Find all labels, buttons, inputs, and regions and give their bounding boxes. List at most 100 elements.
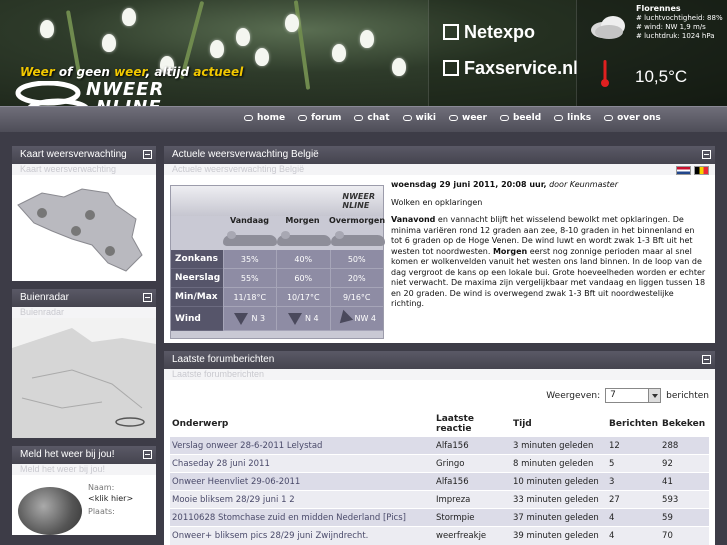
- belgium-map-icon: [17, 188, 143, 272]
- forecast-table: NWEER NLINE Vandaag Morgen Overmorgen Zon…: [170, 185, 386, 339]
- table-row[interactable]: Onweer+ bliksem pics 28/29 juni Zwijndre…: [170, 526, 709, 545]
- post-count: 12: [607, 436, 661, 455]
- topic-link[interactable]: Onweer+ bliksem pics 28/29 juni Zwijndre…: [170, 526, 434, 545]
- name-click-link[interactable]: <klik hier>: [88, 494, 133, 503]
- forecast-headline: Wolken en opklaringen: [391, 197, 483, 207]
- table-row[interactable]: 20110628 Stomchase zuid en midden Nederl…: [170, 508, 709, 527]
- minimize-icon[interactable]: [143, 293, 152, 302]
- site-header: Weer of geen weer, altijd actueel NWEER …: [0, 0, 727, 106]
- flower-decoration: [40, 20, 54, 38]
- flower-decoration: [285, 14, 299, 32]
- column-header: Laatste reactie: [436, 414, 474, 434]
- report-weather-form: Naam: <klik hier> Plaats:: [12, 475, 156, 535]
- name-label: Naam:: [88, 483, 115, 492]
- page-content: Kaart weersverwachting Kaart weersverwac…: [0, 132, 727, 545]
- table-row[interactable]: Verslag onweer 28-6-2011 Lelystad Alfa15…: [170, 436, 709, 455]
- cloud-icon: [223, 230, 277, 246]
- flower-decoration: [392, 58, 406, 76]
- flower-decoration: [255, 48, 269, 66]
- avatar: [18, 487, 82, 535]
- forum-table: Onderwerp Laatste reactie Tijd Berichten…: [170, 412, 709, 545]
- table-row[interactable]: Onweer Heenvliet 29-06-2011 Alfa156 10 m…: [170, 472, 709, 491]
- flower-decoration: [332, 44, 346, 62]
- report-box-subtitle: Meld het weer bij jou!: [12, 464, 156, 475]
- forecast-box: Actuele weersverwachting België Actuele …: [164, 146, 715, 343]
- map-box-subtitle: Kaart weersverwachting: [12, 164, 156, 175]
- topic-link[interactable]: Onweer Heenvliet 29-06-2011: [170, 472, 434, 491]
- post-count: 4: [607, 526, 661, 545]
- last-reply-user[interactable]: Alfa156: [434, 472, 511, 491]
- table-row[interactable]: Mooie bliksem 28/29 juni 1 2 Impreza 33 …: [170, 490, 709, 509]
- minimize-icon[interactable]: [143, 450, 152, 459]
- site-logo[interactable]: NWEER NLINE: [14, 79, 219, 106]
- nav-bullet-icon: [604, 115, 614, 121]
- forum-box: Laatste forumberichten Laatste forumberi…: [164, 351, 715, 545]
- flower-decoration: [102, 34, 116, 52]
- last-reply-user[interactable]: Impreza: [434, 490, 511, 509]
- post-count-select[interactable]: 7: [605, 388, 662, 403]
- last-reply-user[interactable]: Alfa156: [434, 436, 511, 455]
- radar-map-icon: [12, 318, 156, 438]
- minimize-icon[interactable]: [702, 150, 711, 159]
- forecast-day-header: Morgen: [285, 216, 320, 225]
- view-count: 593: [660, 490, 709, 509]
- nav-links[interactable]: links: [554, 113, 591, 123]
- nav-forum[interactable]: forum: [298, 113, 341, 123]
- minimize-icon[interactable]: [143, 150, 152, 159]
- nav-bullet-icon: [449, 115, 459, 121]
- flag-be-icon[interactable]: [694, 166, 709, 175]
- sponsor-faxservice-link[interactable]: Faxservice.nl: [443, 58, 578, 79]
- forum-count-controls: Weergeven: 7 berichten: [546, 388, 709, 403]
- weather-wind: # wind: NW 1,9 m/s: [636, 23, 706, 31]
- nav-chat[interactable]: chat: [354, 113, 390, 123]
- flower-decoration: [236, 28, 250, 46]
- view-count: 92: [660, 454, 709, 473]
- flower-decoration: [122, 8, 136, 26]
- forecast-author: door Keunmaster: [546, 180, 619, 189]
- cloud-icon: [277, 230, 331, 246]
- reply-time: 33 minuten geleden: [511, 490, 607, 509]
- last-reply-user[interactable]: Stormpie: [434, 508, 511, 527]
- flower-decoration: [360, 30, 374, 48]
- forecast-row-minmax: Min/Max 11/18°C 10/17°C 9/16°C: [171, 288, 383, 307]
- forecast-text: woensdag 29 juni 2011, 20:08 uur, door K…: [391, 180, 707, 317]
- topic-link[interactable]: Verslag onweer 28-6-2011 Lelystad: [170, 436, 434, 455]
- table-row[interactable]: Chaseday 28 juni 2011 Gringo 8 minuten g…: [170, 454, 709, 473]
- last-reply-user[interactable]: weerfreakje: [434, 526, 511, 545]
- reply-time: 3 minuten geleden: [511, 436, 607, 455]
- nav-bullet-icon: [244, 115, 253, 121]
- reply-time: 39 minuten geleden: [511, 526, 607, 545]
- report-box-title: Meld het weer bij jou!: [12, 446, 156, 464]
- rain-radar-map[interactable]: [12, 318, 156, 438]
- flower-decoration: [210, 40, 224, 58]
- minimize-icon[interactable]: [702, 355, 711, 364]
- nav-beeld[interactable]: beeld: [499, 113, 541, 123]
- logo-text-bottom: NLINE: [96, 97, 162, 106]
- last-reply-user[interactable]: Gringo: [434, 454, 511, 473]
- nav-over-ons[interactable]: over ons: [604, 113, 661, 123]
- reply-time: 8 minuten geleden: [511, 454, 607, 473]
- forecast-box-title: Actuele weersverwachting België: [164, 146, 715, 164]
- nav-weer[interactable]: weer: [449, 113, 487, 123]
- cube-icon: [443, 24, 459, 40]
- nav-home[interactable]: home: [244, 113, 285, 123]
- topic-link[interactable]: 20110628 Stomchase zuid en midden Nederl…: [170, 508, 434, 527]
- topic-link[interactable]: Chaseday 28 juni 2011: [170, 454, 434, 473]
- nav-wiki[interactable]: wiki: [402, 113, 436, 123]
- sponsor-netexpo-link[interactable]: Netexpo: [443, 22, 535, 43]
- forecast-day-header: Overmorgen: [329, 216, 386, 225]
- topic-link[interactable]: Mooie bliksem 28/29 juni 1 2: [170, 490, 434, 509]
- radar-box-title: Buienradar: [12, 289, 156, 307]
- view-count: 70: [660, 526, 709, 545]
- view-count: 288: [660, 436, 709, 455]
- weather-pressure: # luchtdruk: 1024 hPa: [636, 32, 715, 40]
- forecast-day-headers: Vandaag Morgen Overmorgen: [223, 216, 386, 230]
- column-header: Tijd: [513, 419, 532, 429]
- forecast-map[interactable]: [12, 175, 156, 281]
- cube-icon: [443, 60, 459, 76]
- flag-nl-icon[interactable]: [676, 166, 691, 175]
- forecast-content: NWEER NLINE Vandaag Morgen Overmorgen Zon…: [164, 166, 715, 343]
- reply-time: 37 minuten geleden: [511, 508, 607, 527]
- wind-arrow-icon: [287, 312, 302, 325]
- map-box: Kaart weersverwachting Kaart weersverwac…: [12, 146, 156, 281]
